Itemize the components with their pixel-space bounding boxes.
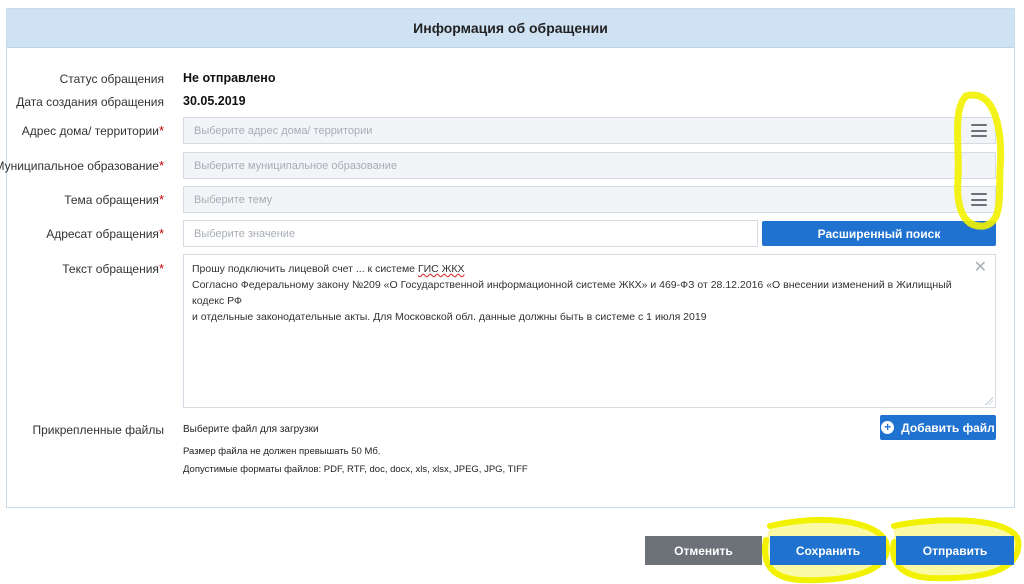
files-label: Прикрепленные файлы <box>32 423 164 437</box>
required-mark: * <box>158 158 164 173</box>
required-mark: * <box>158 123 164 138</box>
add-file-label: Добавить файл <box>901 420 995 435</box>
status-value: Не отправлено <box>183 71 276 85</box>
municipality-placeholder: Выберите муниципальное образование <box>194 159 398 172</box>
file-size-note: Размер файла не должен превышать 50 Мб. <box>183 446 381 457</box>
required-mark: * <box>158 261 164 276</box>
save-button[interactable]: Сохранить <box>770 536 886 565</box>
topic-label-text: Тема обращения <box>64 193 159 207</box>
close-icon[interactable]: ✕ <box>974 260 987 276</box>
choose-file-link[interactable]: Выберите файл для загрузки <box>183 424 319 435</box>
topic-label: Тема обращения* <box>64 192 164 207</box>
municipality-select[interactable]: Выберите муниципальное образование <box>183 152 996 179</box>
addressee-label: Адресат обращения* <box>46 226 164 241</box>
address-placeholder: Выберите адрес дома/ территории <box>194 124 373 137</box>
text-line-3: и отдельные законодательные акты. Для Мо… <box>192 311 707 323</box>
address-label-text: Адрес дома/ территории <box>21 124 159 138</box>
advanced-search-button[interactable]: Расширенный поиск <box>762 221 996 246</box>
created-value: 30.05.2019 <box>183 94 246 108</box>
cancel-button[interactable]: Отменить <box>645 536 762 565</box>
required-mark: * <box>158 192 164 207</box>
topic-placeholder: Выберите тему <box>194 193 273 206</box>
send-button[interactable]: Отправить <box>896 536 1014 565</box>
file-formats-note: Допустимые форматы файлов: PDF, RTF, doc… <box>183 464 528 475</box>
text-line-1: Прошу подключить лицевой счет ... к сист… <box>192 261 965 277</box>
panel-title: Информация об обращении <box>7 9 1014 48</box>
text-line-2: Согласно Федеральному закону №209 «О Гос… <box>192 279 952 307</box>
hamburger-icon[interactable] <box>971 124 987 137</box>
addressee-placeholder: Выберите значение <box>194 227 296 240</box>
resize-handle-icon[interactable] <box>985 397 993 405</box>
request-text-area[interactable]: Прошу подключить лицевой счет ... к сист… <box>183 254 996 408</box>
text-line-1-prefix: Прошу подключить лицевой счет ... к сист… <box>192 263 418 275</box>
plus-circle-icon: + <box>881 421 895 434</box>
required-mark: * <box>158 226 164 241</box>
status-label: Статус обращения <box>59 72 164 86</box>
text-line-1-ghk: ГИС ЖКХ <box>417 263 465 275</box>
municipality-label: Муниципальное образование* <box>0 158 164 173</box>
request-info-panel: Информация об обращении Статус обращения… <box>0 8 1015 508</box>
hamburger-icon[interactable] <box>971 193 987 206</box>
created-label: Дата создания обращения <box>16 95 164 109</box>
text-label: Текст обращения* <box>62 261 164 276</box>
address-label: Адрес дома/ территории* <box>22 123 164 138</box>
addressee-label-text: Адресат обращения <box>46 227 159 241</box>
text-label-text: Текст обращения <box>62 262 159 276</box>
topic-select[interactable]: Выберите тему <box>183 186 996 213</box>
address-select[interactable]: Выберите адрес дома/ территории <box>183 117 996 144</box>
add-file-button[interactable]: + Добавить файл <box>880 415 996 440</box>
municipality-label-text: Муниципальное образование <box>0 159 159 173</box>
addressee-input[interactable]: Выберите значение <box>183 220 758 247</box>
